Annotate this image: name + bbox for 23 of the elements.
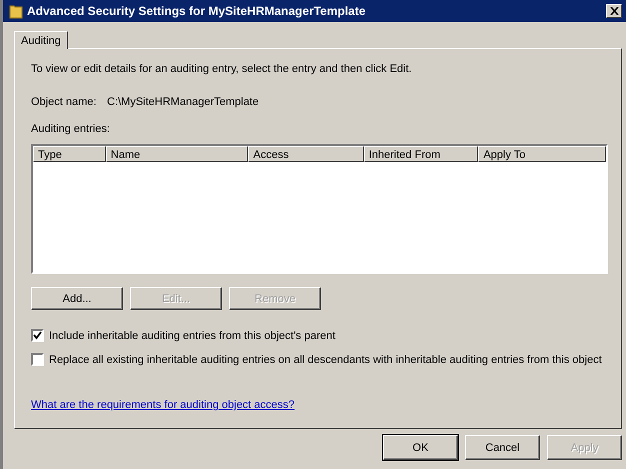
auditing-entries-label: Auditing entries: xyxy=(31,123,111,135)
checkbox-label: Replace all existing inheritable auditing entries on all descendants with inheritable auditing entries from this object xyxy=(49,354,602,366)
checkbox[interactable] xyxy=(31,329,44,342)
column-header[interactable]: Name xyxy=(106,146,248,162)
object-name-label: Object name: xyxy=(31,96,98,108)
folder-icon xyxy=(9,3,23,19)
checkbox[interactable] xyxy=(31,353,44,366)
entry-button[interactable]: Add... xyxy=(31,287,123,310)
close-icon xyxy=(610,7,618,15)
instruction-text: To view or edit details for an auditing entry, select the entry and then click Edit. xyxy=(31,63,413,75)
column-header[interactable]: Type xyxy=(33,146,106,162)
help-link[interactable]: What are the requirements for auditing object access? xyxy=(31,399,295,411)
dialog-button[interactable]: OK xyxy=(383,435,458,460)
window-title: Advanced Security Settings for MySiteHRManagerTemplate xyxy=(27,4,367,18)
close-button[interactable] xyxy=(606,4,622,18)
dialog-button[interactable]: Cancel xyxy=(465,435,540,460)
auditing-entries-list[interactable]: Type Name Access Inherited From Apply To xyxy=(31,144,608,274)
tab[interactable]: Auditing xyxy=(14,31,68,49)
object-name-value: C:\MySiteHRManagerTemplate xyxy=(107,96,259,108)
column-header[interactable]: Access xyxy=(248,146,364,162)
column-header[interactable]: Apply To xyxy=(478,146,606,162)
column-header[interactable]: Inherited From xyxy=(364,146,478,162)
checkbox-label: Include inheritable auditing entries from this object's parent xyxy=(49,330,336,342)
